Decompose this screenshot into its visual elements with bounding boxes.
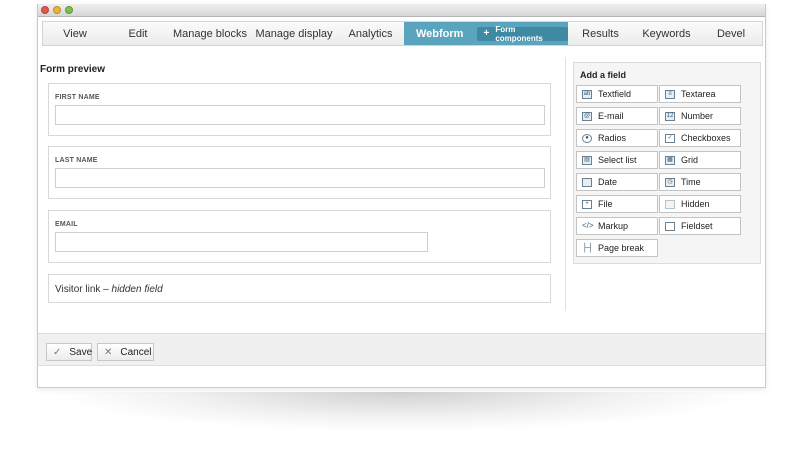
- column-divider: [565, 57, 566, 311]
- palette-title: Add a field: [580, 70, 627, 80]
- close-icon: ✕: [104, 346, 113, 358]
- add-page-break-button[interactable]: ├┤ Page break: [576, 239, 658, 257]
- number-icon: 12: [665, 111, 675, 121]
- title-bar: [38, 4, 765, 17]
- cancel-button[interactable]: ✕ Cancel: [97, 343, 154, 361]
- tab-results[interactable]: Results: [568, 22, 633, 45]
- plus-icon: +: [483, 28, 490, 39]
- add-file-button[interactable]: + File: [576, 195, 658, 213]
- form-actions-bar: ✓ Save ✕ Cancel: [38, 333, 765, 366]
- minimize-window-button[interactable]: [53, 6, 61, 14]
- date-icon: [582, 177, 592, 187]
- zoom-window-button[interactable]: [65, 6, 73, 14]
- grid-icon: ▦: [665, 155, 675, 165]
- last-name-field: LAST NAME: [48, 146, 551, 199]
- last-name-input[interactable]: [55, 168, 545, 188]
- tab-bar: View Edit Manage blocks Manage display A…: [42, 21, 763, 46]
- add-textarea-button[interactable]: ≡ Textarea: [659, 85, 741, 103]
- save-button[interactable]: ✓ Save: [46, 343, 92, 361]
- tab-devel[interactable]: Devel: [700, 22, 762, 45]
- page-break-icon: ├┤: [582, 242, 594, 252]
- tab-edit[interactable]: Edit: [107, 22, 169, 45]
- close-window-button[interactable]: [41, 6, 49, 14]
- hidden-field-separator: –: [100, 284, 112, 295]
- hidden-field-note: hidden field: [111, 284, 163, 295]
- add-radios-button[interactable]: ● Radios: [576, 129, 658, 147]
- textfield-icon: ab: [582, 89, 592, 99]
- email-input[interactable]: [55, 232, 428, 252]
- field-label: EMAIL: [55, 221, 78, 228]
- tab-webform[interactable]: Webform + Form components: [404, 22, 568, 45]
- time-icon: ◷: [665, 177, 675, 187]
- add-fieldset-button[interactable]: Fieldset: [659, 217, 741, 235]
- app-window: View Edit Manage blocks Manage display A…: [37, 4, 766, 388]
- email-field: EMAIL: [48, 210, 551, 263]
- add-email-button[interactable]: @ E-mail: [576, 107, 658, 125]
- form-components-button[interactable]: + Form components: [477, 25, 568, 43]
- tab-analytics[interactable]: Analytics: [337, 22, 404, 45]
- file-icon: +: [582, 199, 592, 209]
- add-checkboxes-button[interactable]: ✓ Checkboxes: [659, 129, 741, 147]
- add-textfield-button[interactable]: ab Textfield: [576, 85, 658, 103]
- email-icon: @: [582, 111, 592, 121]
- add-number-button[interactable]: 12 Number: [659, 107, 741, 125]
- tab-keywords[interactable]: Keywords: [633, 22, 700, 45]
- add-markup-button[interactable]: </> Markup: [576, 217, 658, 235]
- first-name-field: FIRST NAME: [48, 83, 551, 136]
- check-icon: ✓: [53, 346, 62, 358]
- select-list-icon: ▤: [582, 155, 592, 165]
- add-field-palette: Add a field ab Textfield ≡ Textarea @ E-mai…: [573, 62, 761, 264]
- tab-manage-blocks[interactable]: Manage blocks: [169, 22, 251, 45]
- form-preview-title: Form preview: [40, 64, 106, 75]
- markup-icon: </>: [582, 220, 594, 230]
- radios-icon: ●: [582, 133, 592, 143]
- first-name-input[interactable]: [55, 105, 545, 125]
- hidden-icon: [665, 199, 675, 209]
- add-date-button[interactable]: Date: [576, 173, 658, 191]
- add-grid-button[interactable]: ▦ Grid: [659, 151, 741, 169]
- add-select-list-button[interactable]: ▤ Select list: [576, 151, 658, 169]
- hidden-field-name: Visitor link: [55, 284, 101, 295]
- field-label: LAST NAME: [55, 157, 98, 164]
- field-label: FIRST NAME: [55, 94, 100, 101]
- add-hidden-button[interactable]: Hidden: [659, 195, 741, 213]
- add-time-button[interactable]: ◷ Time: [659, 173, 741, 191]
- window-shadow: [50, 392, 750, 432]
- textarea-icon: ≡: [665, 89, 675, 99]
- fieldset-icon: [665, 221, 675, 231]
- checkboxes-icon: ✓: [665, 133, 675, 143]
- visitor-link-hidden-field[interactable]: Visitor link – hidden field: [48, 274, 551, 303]
- tab-manage-display[interactable]: Manage display: [251, 22, 337, 45]
- tab-view[interactable]: View: [43, 22, 107, 45]
